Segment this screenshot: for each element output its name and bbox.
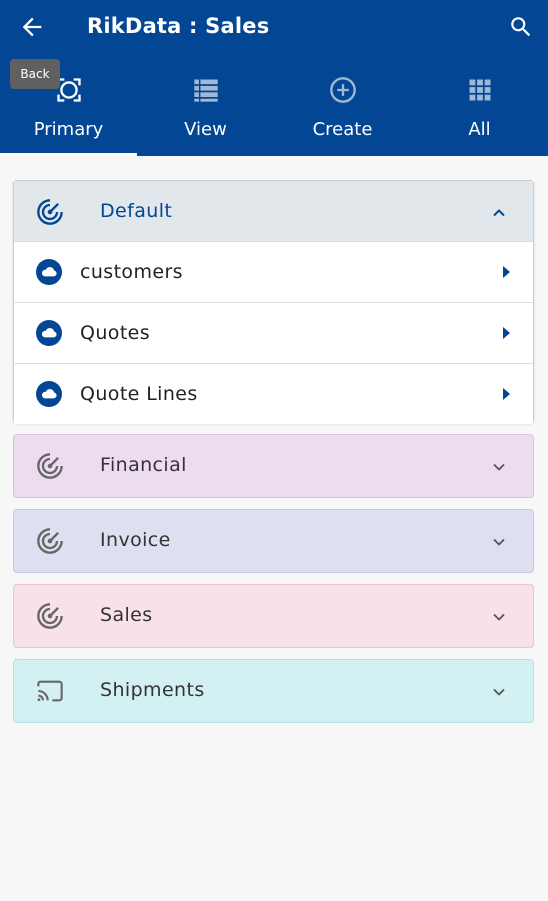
- radar-icon: [36, 527, 64, 555]
- back-button[interactable]: [8, 6, 56, 52]
- tab-label: Create: [312, 119, 373, 140]
- tab-all[interactable]: All: [411, 66, 548, 156]
- cast-icon: [36, 677, 64, 705]
- app-bar: RikData : Sales Primary View Create All: [0, 0, 548, 156]
- list-view-icon: [192, 76, 220, 104]
- panel-shipments: Shipments: [13, 659, 534, 723]
- cloud-icon: [36, 259, 62, 285]
- panel-sales: Sales: [13, 584, 534, 648]
- chevron-down-icon[interactable]: [489, 457, 509, 477]
- tab-view[interactable]: View: [137, 66, 274, 156]
- panel-title: Invoice: [100, 529, 171, 551]
- panel-header-financial[interactable]: Financial: [14, 435, 533, 498]
- chevron-down-icon[interactable]: [489, 682, 509, 702]
- tab-create[interactable]: Create: [274, 66, 411, 156]
- panel-header-shipments[interactable]: Shipments: [14, 660, 533, 723]
- grid-apps-icon: [466, 76, 494, 104]
- search-button[interactable]: [500, 8, 542, 50]
- caret-right-icon: [499, 264, 513, 280]
- panel-financial: Financial: [13, 434, 534, 498]
- panel-header-sales[interactable]: Sales: [14, 585, 533, 648]
- panel-default: Default customers Quotes Quote Lines: [13, 180, 534, 424]
- plus-circle-icon: [329, 76, 357, 104]
- back-tooltip: Back: [10, 59, 60, 89]
- panel-title: Default: [100, 200, 173, 222]
- list-item-customers[interactable]: customers: [14, 242, 533, 303]
- tab-label: View: [184, 119, 227, 140]
- arrow-left-icon: [18, 13, 46, 45]
- radar-icon: [36, 198, 64, 226]
- active-tab-indicator: [0, 153, 137, 156]
- chevron-down-icon[interactable]: [489, 607, 509, 627]
- chevron-down-icon[interactable]: [489, 532, 509, 552]
- panel-header-default[interactable]: Default: [14, 181, 533, 242]
- tab-bar: Primary View Create All: [0, 66, 548, 156]
- list-item-quote-lines[interactable]: Quote Lines: [14, 364, 533, 424]
- list-item-label: customers: [80, 261, 183, 283]
- tab-label: All: [468, 119, 491, 140]
- list-item-label: Quotes: [80, 322, 151, 344]
- chevron-up-icon[interactable]: [489, 203, 509, 223]
- cloud-icon: [36, 381, 62, 407]
- tab-label: Primary: [33, 119, 104, 140]
- caret-right-icon: [499, 325, 513, 341]
- search-icon: [508, 14, 534, 44]
- cloud-icon: [36, 320, 62, 346]
- list-item-label: Quote Lines: [80, 383, 198, 405]
- caret-right-icon: [499, 386, 513, 402]
- panel-title: Sales: [100, 604, 153, 626]
- list-item-quotes[interactable]: Quotes: [14, 303, 533, 364]
- app-title: RikData : Sales: [87, 14, 270, 38]
- panel-title: Financial: [100, 454, 187, 476]
- radar-icon: [36, 602, 64, 630]
- panel-title: Shipments: [100, 679, 205, 701]
- panel-invoice: Invoice: [13, 509, 534, 573]
- panel-header-invoice[interactable]: Invoice: [14, 510, 533, 573]
- radar-icon: [36, 452, 64, 480]
